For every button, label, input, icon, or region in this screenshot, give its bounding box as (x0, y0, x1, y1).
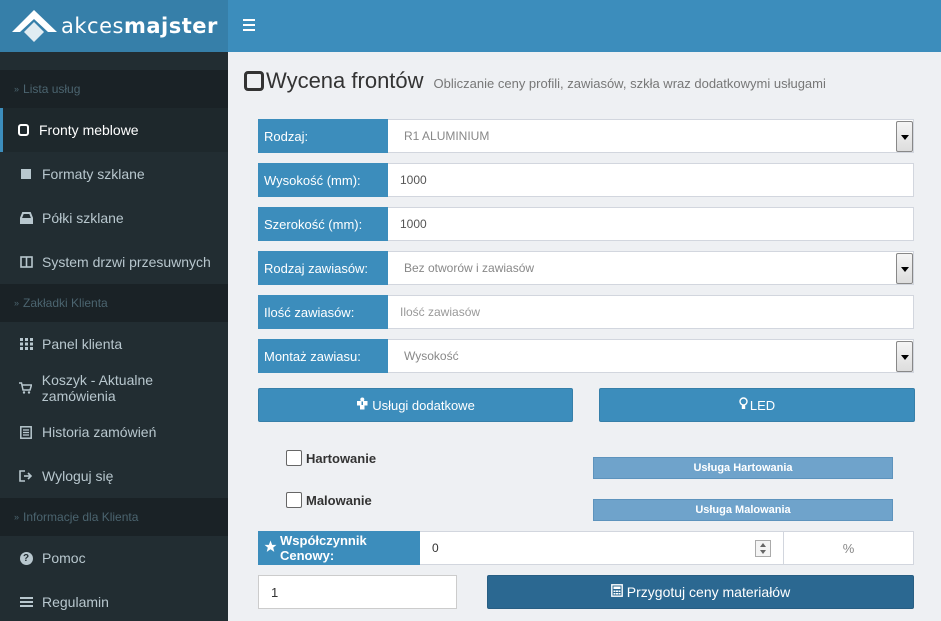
sidebar-item-label: System drzwi przesuwnych (42, 254, 211, 270)
rodzaj-zawiasow-row: Rodzaj zawiasów: Bez otworów i zawiasów (258, 251, 914, 285)
ilosc-zawiasow-row: Ilość zawiasów: Ilość zawiasów (258, 295, 914, 329)
sidebar-item-label: Historia zamówień (42, 424, 157, 440)
rodzaj-row: Rodzaj: R1 ALUMINIUM (258, 119, 914, 153)
sidebar-item-historia[interactable]: Historia zamówień (0, 410, 228, 454)
columns-icon (19, 255, 33, 269)
sidebar-item-label: Półki szklane (42, 210, 124, 226)
szerokosc-label: Szerokość (mm): (258, 207, 388, 241)
sidebar-item-label: Pomoc (42, 550, 86, 566)
quantity-input[interactable]: 1 (258, 575, 457, 609)
page-subtitle: Obliczanie ceny profili, zawiasów, szkła… (433, 76, 826, 91)
sidebar-item-label: Formaty szklane (42, 166, 145, 182)
montaz-zawiasu-label: Montaż zawiasu: (258, 339, 388, 373)
sidebar-item-label: Wyloguj się (42, 468, 114, 484)
led-button[interactable]: LED (599, 388, 915, 422)
sidebar-header-informacje: » Informacje dla Klienta (0, 498, 228, 536)
sidebar-item-system-drzwi[interactable]: System drzwi przesuwnych (0, 240, 228, 284)
square-outline-icon (244, 71, 264, 91)
list-alt-icon (19, 425, 33, 439)
top-navbar (228, 0, 941, 52)
chevrons-down-icon: » (14, 298, 20, 308)
montaz-zawiasu-row: Montaż zawiasu: Wysokość (258, 339, 914, 373)
logo-text: akcesmajster (61, 14, 218, 38)
wysokosc-label: Wysokość (mm): (258, 163, 388, 197)
rodzaj-select[interactable]: R1 ALUMINIUM (388, 119, 914, 153)
main-content: Wycena frontów Obliczanie ceny profili, … (228, 52, 941, 621)
rodzaj-zawiasow-label: Rodzaj zawiasów: (258, 251, 388, 285)
puzzle-icon (356, 397, 369, 413)
ilosc-zawiasow-label: Ilość zawiasów: (258, 295, 388, 329)
sidebar-item-fronty-meblowe[interactable]: Fronty meblowe (0, 108, 228, 152)
sidebar-header-lista-uslug: » Lista usług (0, 70, 228, 108)
wysokosc-row: Wysokość (mm): 1000 (258, 163, 914, 197)
menu-toggle-icon[interactable] (243, 19, 255, 31)
usluga-hartowania-button[interactable]: Usługa Hartowania (593, 457, 893, 479)
rodzaj-label: Rodzaj: (258, 119, 388, 153)
sidebar-item-label: Regulamin (42, 594, 109, 610)
inbox-icon (19, 211, 33, 225)
przygotuj-ceny-button[interactable]: Przygotuj ceny materiałów (487, 575, 914, 609)
sidebar-item-wyloguj[interactable]: Wyloguj się (0, 454, 228, 498)
checkbox[interactable] (286, 450, 302, 466)
grid-icon (19, 337, 33, 351)
lightbulb-icon (739, 397, 748, 413)
sidebar-item-formaty-szklane[interactable]: Formaty szklane (0, 152, 228, 196)
szerokosc-input[interactable]: 1000 (388, 207, 914, 241)
ilosc-zawiasow-input[interactable]: Ilość zawiasów (388, 295, 914, 329)
sidebar-item-panel-klienta[interactable]: Panel klienta (0, 322, 228, 366)
sidebar-header-zakladki-klienta: » Zakładki Klienta (0, 284, 228, 322)
bars-icon (19, 595, 33, 609)
star-icon (264, 540, 277, 556)
number-spinner[interactable] (755, 540, 771, 557)
chevron-down-icon[interactable] (896, 253, 913, 284)
sidebar-item-pomoc[interactable]: ? Pomoc (0, 536, 228, 580)
sidebar-item-label: Koszyk - Aktualne zamówienia (41, 372, 154, 404)
cart-icon (19, 381, 33, 395)
square-icon (19, 167, 33, 181)
question-icon: ? (19, 551, 33, 565)
logo[interactable]: akcesmajster (0, 0, 228, 52)
sidebar-item-regulamin[interactable]: Regulamin (0, 580, 228, 621)
sidebar-item-koszyk[interactable]: Koszyk - Aktualne zamówienia (0, 366, 228, 410)
checkbox[interactable] (286, 492, 302, 508)
hartowanie-checkbox[interactable]: Hartowanie (286, 450, 376, 466)
sidebar-item-label: Panel klienta (42, 336, 123, 352)
malowanie-checkbox[interactable]: Malowanie (286, 492, 372, 508)
coefficient-label: Współczynnik Cenowy: (258, 531, 420, 565)
sign-out-icon (19, 469, 33, 483)
sidebar: akcesmajster » Lista usług Fronty meblow… (0, 0, 228, 621)
rodzaj-zawiasow-select[interactable]: Bez otworów i zawiasów (388, 251, 914, 285)
coefficient-input[interactable]: 0 (420, 531, 784, 565)
montaz-zawiasu-select[interactable]: Wysokość (388, 339, 914, 373)
szerokosc-row: Szerokość (mm): 1000 (258, 207, 914, 241)
chevron-down-icon[interactable] (896, 121, 913, 152)
sidebar-item-label: Fronty meblowe (39, 122, 139, 138)
sidebar-item-polki-szklane[interactable]: Półki szklane (0, 196, 228, 240)
square-outline-icon (16, 123, 30, 137)
coefficient-row: Współczynnik Cenowy: 0 % (258, 531, 914, 565)
chevrons-down-icon: » (14, 512, 20, 522)
chevron-down-icon[interactable] (896, 341, 913, 372)
coefficient-unit: % (784, 531, 914, 565)
wysokosc-input[interactable]: 1000 (388, 163, 914, 197)
calculator-icon (610, 584, 623, 600)
page-title: Wycena frontów Obliczanie ceny profili, … (244, 68, 826, 94)
usluga-malowania-button[interactable]: Usługa Malowania (593, 499, 893, 521)
uslugi-dodatkowe-button[interactable]: Usługi dodatkowe (258, 388, 573, 422)
chevrons-down-icon: » (14, 84, 20, 94)
logo-mark-icon (12, 10, 57, 42)
